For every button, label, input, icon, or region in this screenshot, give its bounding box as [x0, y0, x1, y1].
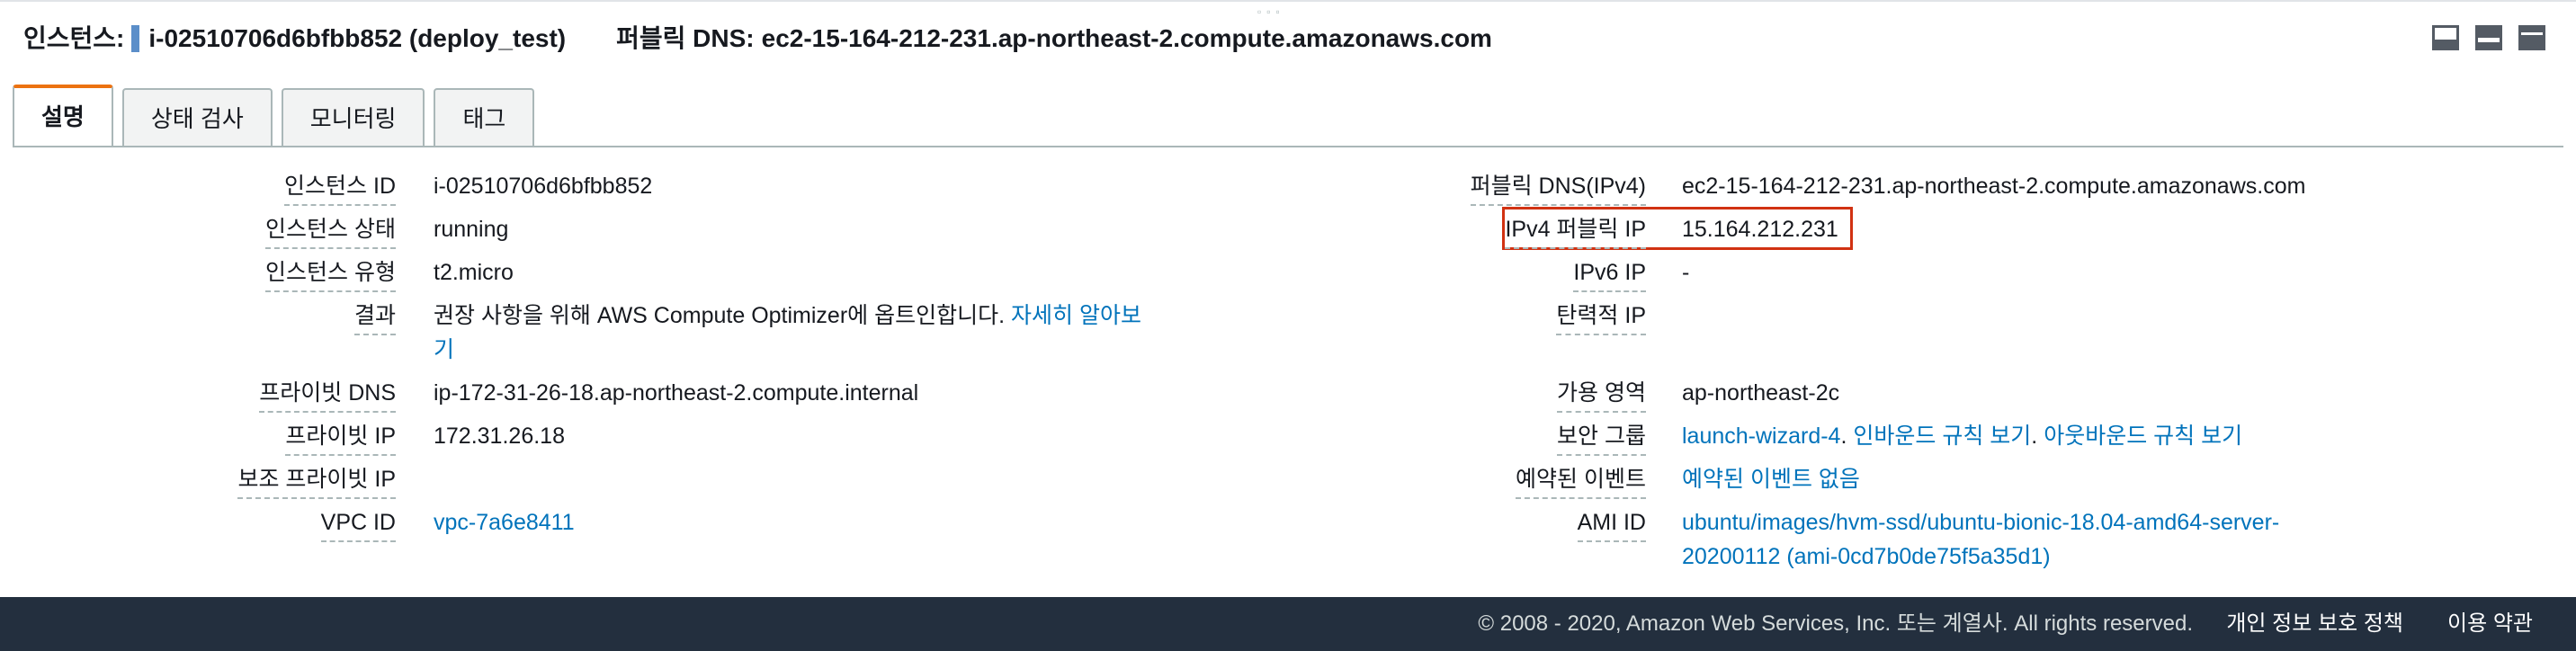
tab-description[interactable]: 설명 — [13, 85, 113, 146]
elastic-ip-label: 탄력적 IP — [1556, 299, 1646, 335]
ipv6-ip-value: - — [1682, 260, 1690, 285]
private-ip-label: 프라이빗 IP — [285, 419, 396, 456]
public-dns-ipv4-value: ec2-15-164-212-231.ap-northeast-2.comput… — [1682, 174, 2306, 199]
privacy-policy-link[interactable]: 개인 정보 보호 정책 — [2226, 597, 2403, 651]
instance-id-label: 인스턴스 ID — [284, 169, 396, 206]
ami-id-link[interactable]: ubuntu/images/hvm-ssd/ubuntu-bionic-18.0… — [1682, 505, 2279, 540]
private-dns-label: 프라이빗 DNS — [259, 376, 396, 413]
description-panel: 인스턴스 ID i-02510706d6bfbb852 인스턴스 상태 runn… — [0, 0, 2576, 597]
finding-message: 권장 사항을 위해 AWS Compute Optimizer에 옵트인합니다. — [434, 303, 1006, 328]
private-dns-value: ip-172-31-26-18.ap-northeast-2.compute.i… — [434, 380, 919, 406]
ami-id-link-continued[interactable]: 20200112 (ami-0cd7b0de75f5a35d1) — [1682, 540, 2051, 574]
instance-state-value: running — [434, 217, 509, 242]
security-groups-label: 보안 그룹 — [1557, 419, 1646, 456]
scheduled-events-link[interactable]: 예약된 이벤트 없음 — [1682, 462, 1860, 496]
ipv4-public-ip-label: IPv4 퍼블릭 IP — [1505, 212, 1646, 249]
ami-id-label: AMI ID — [1577, 505, 1646, 542]
copyright-text: © 2008 - 2020, Amazon Web Services, Inc.… — [1478, 611, 2193, 636]
terms-of-use-link[interactable]: 이용 약관 — [2447, 597, 2533, 651]
availability-zone-value: ap-northeast-2c — [1682, 380, 1840, 406]
vpc-id-link[interactable]: vpc-7a6e8411 — [434, 505, 575, 540]
availability-zone-label: 가용 영역 — [1557, 376, 1646, 413]
security-group-link[interactable]: launch-wizard-4 — [1682, 424, 1840, 449]
learn-more-link-continued[interactable]: 기 — [434, 333, 454, 367]
security-groups-value: launch-wizard-4. 인바운드 규칙 보기. 아웃바운드 규칙 보기 — [1682, 419, 2242, 453]
vpc-id-label: VPC ID — [320, 505, 396, 542]
learn-more-link[interactable]: 자세히 알아보 — [1011, 303, 1141, 328]
instance-type-value: t2.micro — [434, 260, 514, 285]
public-dns-ipv4-label: 퍼블릭 DNS(IPv4) — [1470, 169, 1646, 206]
finding-text: 권장 사항을 위해 AWS Compute Optimizer에 옵트인합니다.… — [434, 299, 1141, 333]
page-footer: © 2008 - 2020, Amazon Web Services, Inc.… — [0, 597, 2576, 651]
security-separator-2: . — [2031, 424, 2044, 449]
instance-id-value: i-02510706d6bfbb852 — [434, 174, 653, 199]
finding-label: 결과 — [353, 299, 396, 335]
ipv4-public-ip-value: 15.164.212.231 — [1682, 217, 1838, 242]
instance-state-label: 인스턴스 상태 — [265, 212, 396, 249]
outbound-rules-link[interactable]: 아웃바운드 규칙 보기 — [2044, 424, 2242, 449]
tab-divider — [13, 146, 2563, 147]
ipv6-ip-label: IPv6 IP — [1573, 255, 1646, 292]
security-separator-1: . — [1840, 424, 1854, 449]
instance-type-label: 인스턴스 유형 — [265, 255, 396, 292]
inbound-rules-link[interactable]: 인바운드 규칙 보기 — [1853, 424, 2031, 449]
scheduled-events-label: 예약된 이벤트 — [1516, 462, 1646, 499]
secondary-private-ip-label: 보조 프라이빗 IP — [237, 462, 396, 499]
private-ip-value: 172.31.26.18 — [434, 424, 565, 449]
